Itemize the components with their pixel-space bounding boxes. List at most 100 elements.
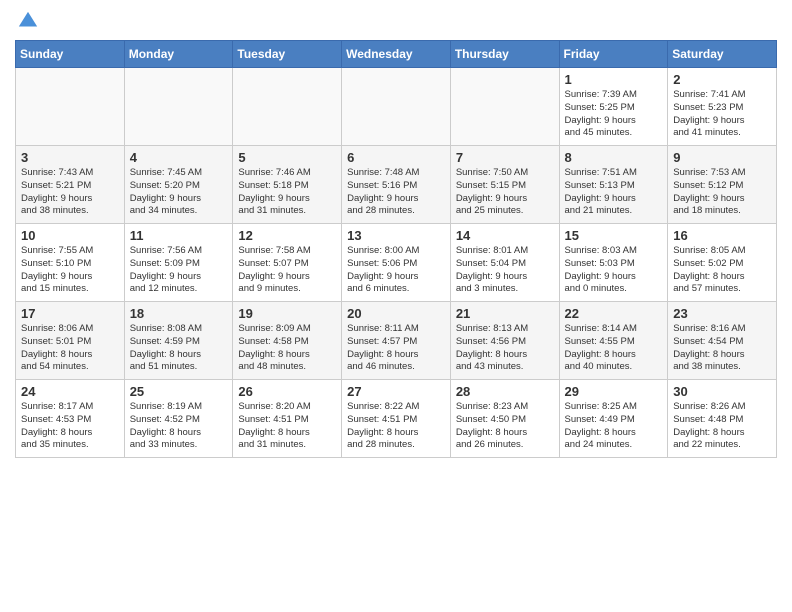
day-info: Sunrise: 7:39 AM Sunset: 5:25 PM Dayligh… [565,89,663,140]
calendar-cell: 15 Sunrise: 8:03 AM Sunset: 5:03 PM Dayli… [559,224,668,302]
day-info: Sunrise: 8:16 AM Sunset: 4:54 PM Dayligh… [673,323,771,374]
calendar-cell: 1 Sunrise: 7:39 AM Sunset: 5:25 PM Daylig… [559,68,668,146]
day-info: Sunrise: 7:50 AM Sunset: 5:15 PM Dayligh… [456,167,554,218]
day-info: Sunrise: 8:00 AM Sunset: 5:06 PM Dayligh… [347,245,445,296]
day-info: Sunrise: 8:08 AM Sunset: 4:59 PM Dayligh… [130,323,228,374]
day-number: 26 [238,384,336,399]
main-container: SundayMondayTuesdayWednesdayThursdayFrid… [0,0,792,468]
calendar-cell [342,68,451,146]
calendar-cell: 5 Sunrise: 7:46 AM Sunset: 5:18 PM Daylig… [233,146,342,224]
day-info: Sunrise: 8:06 AM Sunset: 5:01 PM Dayligh… [21,323,119,374]
calendar-cell: 16 Sunrise: 8:05 AM Sunset: 5:02 PM Dayli… [668,224,777,302]
day-header-monday: Monday [124,41,233,68]
day-info: Sunrise: 8:25 AM Sunset: 4:49 PM Dayligh… [565,401,663,452]
calendar-cell: 22 Sunrise: 8:14 AM Sunset: 4:55 PM Dayli… [559,302,668,380]
day-number: 13 [347,228,445,243]
day-number: 16 [673,228,771,243]
day-number: 18 [130,306,228,321]
calendar-cell: 17 Sunrise: 8:06 AM Sunset: 5:01 PM Dayli… [16,302,125,380]
day-info: Sunrise: 8:19 AM Sunset: 4:52 PM Dayligh… [130,401,228,452]
calendar-cell: 29 Sunrise: 8:25 AM Sunset: 4:49 PM Dayli… [559,380,668,458]
day-info: Sunrise: 8:09 AM Sunset: 4:58 PM Dayligh… [238,323,336,374]
calendar-cell [16,68,125,146]
day-number: 5 [238,150,336,165]
day-number: 2 [673,72,771,87]
calendar-cell: 27Sunrise: 8:22 AM Sunset: 4:51 PM Dayli… [342,380,451,458]
day-number: 6 [347,150,445,165]
logo-icon [17,10,39,32]
calendar-week-2: 10 Sunrise: 7:55 AM Sunset: 5:10 PM Dayli… [16,224,777,302]
calendar-week-0: 1 Sunrise: 7:39 AM Sunset: 5:25 PM Daylig… [16,68,777,146]
calendar-cell: 11Sunrise: 7:56 AM Sunset: 5:09 PM Dayli… [124,224,233,302]
day-header-sunday: Sunday [16,41,125,68]
calendar-cell [450,68,559,146]
day-info: Sunrise: 8:26 AM Sunset: 4:48 PM Dayligh… [673,401,771,452]
calendar-cell: 13 Sunrise: 8:00 AM Sunset: 5:06 PM Dayli… [342,224,451,302]
day-info: Sunrise: 8:01 AM Sunset: 5:04 PM Dayligh… [456,245,554,296]
day-header-saturday: Saturday [668,41,777,68]
day-number: 24 [21,384,119,399]
day-info: Sunrise: 7:46 AM Sunset: 5:18 PM Dayligh… [238,167,336,218]
day-number: 28 [456,384,554,399]
day-header-tuesday: Tuesday [233,41,342,68]
day-number: 9 [673,150,771,165]
day-number: 29 [565,384,663,399]
day-number: 14 [456,228,554,243]
calendar-cell: 20 Sunrise: 8:11 AM Sunset: 4:57 PM Dayli… [342,302,451,380]
day-info: Sunrise: 8:20 AM Sunset: 4:51 PM Dayligh… [238,401,336,452]
day-number: 1 [565,72,663,87]
day-header-friday: Friday [559,41,668,68]
calendar-cell: 9 Sunrise: 7:53 AM Sunset: 5:12 PM Daylig… [668,146,777,224]
day-info: Sunrise: 8:05 AM Sunset: 5:02 PM Dayligh… [673,245,771,296]
calendar-cell: 10 Sunrise: 7:55 AM Sunset: 5:10 PM Dayli… [16,224,125,302]
day-info: Sunrise: 7:51 AM Sunset: 5:13 PM Dayligh… [565,167,663,218]
logo [15,10,39,32]
day-info: Sunrise: 8:22 AM Sunset: 4:51 PM Dayligh… [347,401,445,452]
calendar-cell: 26 Sunrise: 8:20 AM Sunset: 4:51 PM Dayli… [233,380,342,458]
calendar-week-3: 17 Sunrise: 8:06 AM Sunset: 5:01 PM Dayli… [16,302,777,380]
day-info: Sunrise: 8:14 AM Sunset: 4:55 PM Dayligh… [565,323,663,374]
day-info: Sunrise: 8:23 AM Sunset: 4:50 PM Dayligh… [456,401,554,452]
logo-text [15,10,39,32]
calendar-cell: 24Sunrise: 8:17 AM Sunset: 4:53 PM Dayli… [16,380,125,458]
calendar-cell: 30 Sunrise: 8:26 AM Sunset: 4:48 PM Dayli… [668,380,777,458]
day-info: Sunrise: 7:43 AM Sunset: 5:21 PM Dayligh… [21,167,119,218]
calendar-cell [124,68,233,146]
day-number: 30 [673,384,771,399]
calendar-table: SundayMondayTuesdayWednesdayThursdayFrid… [15,40,777,458]
calendar-cell: 8Sunrise: 7:51 AM Sunset: 5:13 PM Daylig… [559,146,668,224]
calendar-cell: 3 Sunrise: 7:43 AM Sunset: 5:21 PM Daylig… [16,146,125,224]
day-info: Sunrise: 7:41 AM Sunset: 5:23 PM Dayligh… [673,89,771,140]
day-number: 17 [21,306,119,321]
calendar-header-row: SundayMondayTuesdayWednesdayThursdayFrid… [16,41,777,68]
calendar-cell: 21Sunrise: 8:13 AM Sunset: 4:56 PM Dayli… [450,302,559,380]
day-info: Sunrise: 7:48 AM Sunset: 5:16 PM Dayligh… [347,167,445,218]
day-number: 20 [347,306,445,321]
header [15,10,777,32]
day-info: Sunrise: 7:58 AM Sunset: 5:07 PM Dayligh… [238,245,336,296]
day-number: 7 [456,150,554,165]
calendar-cell: 7 Sunrise: 7:50 AM Sunset: 5:15 PM Daylig… [450,146,559,224]
day-info: Sunrise: 7:53 AM Sunset: 5:12 PM Dayligh… [673,167,771,218]
calendar-week-1: 3 Sunrise: 7:43 AM Sunset: 5:21 PM Daylig… [16,146,777,224]
day-header-wednesday: Wednesday [342,41,451,68]
calendar-cell: 28 Sunrise: 8:23 AM Sunset: 4:50 PM Dayli… [450,380,559,458]
day-number: 22 [565,306,663,321]
day-number: 3 [21,150,119,165]
calendar-cell: 19Sunrise: 8:09 AM Sunset: 4:58 PM Dayli… [233,302,342,380]
calendar-cell: 4Sunrise: 7:45 AM Sunset: 5:20 PM Daylig… [124,146,233,224]
calendar-cell: 23Sunrise: 8:16 AM Sunset: 4:54 PM Dayli… [668,302,777,380]
day-number: 11 [130,228,228,243]
day-info: Sunrise: 7:45 AM Sunset: 5:20 PM Dayligh… [130,167,228,218]
day-number: 25 [130,384,228,399]
calendar-cell: 2 Sunrise: 7:41 AM Sunset: 5:23 PM Daylig… [668,68,777,146]
calendar-cell [233,68,342,146]
calendar-cell: 18 Sunrise: 8:08 AM Sunset: 4:59 PM Dayli… [124,302,233,380]
day-info: Sunrise: 8:11 AM Sunset: 4:57 PM Dayligh… [347,323,445,374]
day-number: 15 [565,228,663,243]
day-info: Sunrise: 8:13 AM Sunset: 4:56 PM Dayligh… [456,323,554,374]
day-info: Sunrise: 8:03 AM Sunset: 5:03 PM Dayligh… [565,245,663,296]
calendar-cell: 25 Sunrise: 8:19 AM Sunset: 4:52 PM Dayli… [124,380,233,458]
day-info: Sunrise: 7:55 AM Sunset: 5:10 PM Dayligh… [21,245,119,296]
day-number: 10 [21,228,119,243]
